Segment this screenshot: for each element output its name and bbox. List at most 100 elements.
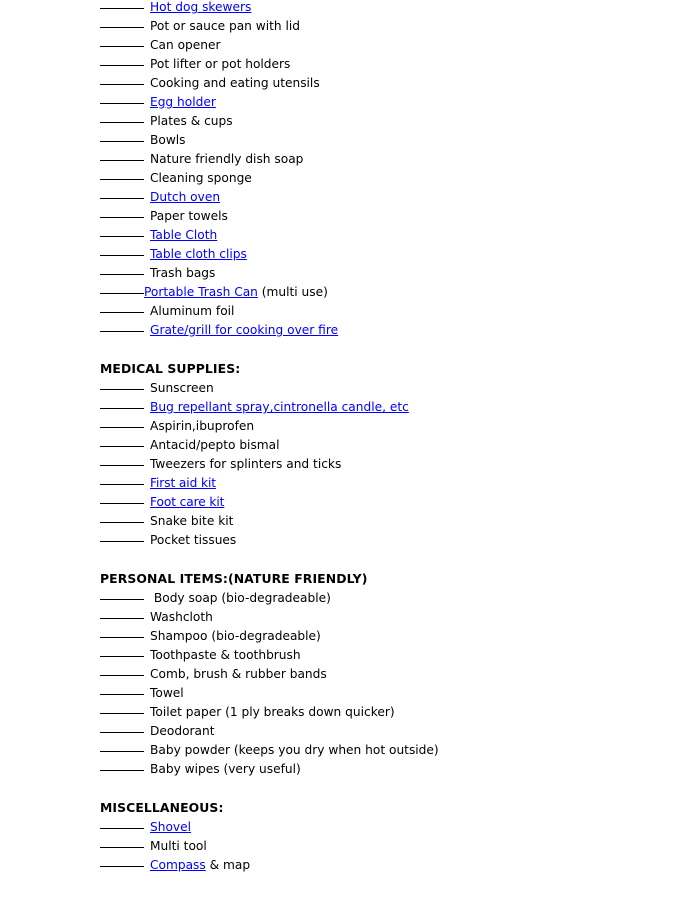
item-label: Toothpaste & toothbrush xyxy=(150,648,301,662)
item-label: Paper towels xyxy=(150,209,228,223)
fill-in-blank-rule[interactable] xyxy=(100,293,144,294)
fill-in-blank-rule[interactable] xyxy=(100,599,144,600)
item-link[interactable]: Hot dog skewers xyxy=(150,0,251,14)
checklist-item: Plates & cups xyxy=(100,112,696,131)
item-label: Baby powder (keeps you dry when hot outs… xyxy=(150,743,439,757)
checklist-item: Shampoo (bio-degradeable) xyxy=(100,627,696,646)
item-link[interactable]: Bug repellant spray,cintronella candle, … xyxy=(150,400,409,414)
item-suffix: (multi use) xyxy=(257,285,328,299)
checklist-body: Hot dog skewers Pot or sauce pan with lid… xyxy=(100,0,696,875)
fill-in-blank-rule[interactable] xyxy=(100,694,144,695)
item-link[interactable]: Dutch oven xyxy=(150,190,220,204)
checklist-item: Antacid/pepto bismal xyxy=(100,436,696,455)
document-page: Hot dog skewers Pot or sauce pan with lid… xyxy=(0,0,696,900)
item-label: Pot lifter or pot holders xyxy=(150,57,291,71)
item-label: Plates & cups xyxy=(150,114,233,128)
checklist-item: Compass & map xyxy=(100,856,696,875)
checklist-item: Comb, brush & rubber bands xyxy=(100,665,696,684)
fill-in-blank-rule[interactable] xyxy=(100,103,144,104)
section-heading: MEDICAL SUPPLIES: xyxy=(100,361,241,376)
checklist-item: Nature friendly dish soap xyxy=(100,150,696,169)
fill-in-blank-rule[interactable] xyxy=(100,179,144,180)
fill-in-blank-rule[interactable] xyxy=(100,8,144,9)
checklist-item: Washcloth xyxy=(100,608,696,627)
fill-in-blank-rule[interactable] xyxy=(100,770,144,771)
fill-in-blank-rule[interactable] xyxy=(100,198,144,199)
fill-in-blank-rule[interactable] xyxy=(100,389,144,390)
item-label: Snake bite kit xyxy=(150,514,234,528)
item-label: Deodorant xyxy=(150,724,215,738)
fill-in-blank-rule[interactable] xyxy=(100,27,144,28)
checklist-item: Towel xyxy=(100,684,696,703)
checklist-item: Egg holder xyxy=(100,93,696,112)
fill-in-blank-rule[interactable] xyxy=(100,331,144,332)
checklist-item: Dutch oven xyxy=(100,188,696,207)
fill-in-blank-rule[interactable] xyxy=(100,847,144,848)
checklist-item: Paper towels xyxy=(100,207,696,226)
fill-in-blank-rule[interactable] xyxy=(100,446,144,447)
fill-in-blank-rule[interactable] xyxy=(100,828,144,829)
item-link[interactable]: Egg holder xyxy=(150,95,216,109)
fill-in-blank-rule[interactable] xyxy=(100,312,144,313)
fill-in-blank-rule[interactable] xyxy=(100,160,144,161)
checklist-item: Body soap (bio-degradeable) xyxy=(100,589,696,608)
item-link[interactable]: Grate/grill for cooking over fire xyxy=(150,323,338,337)
fill-in-blank-rule[interactable] xyxy=(100,46,144,47)
checklist-item: Portable Trash Can (multi use) xyxy=(100,283,696,302)
checklist-item: Pot lifter or pot holders xyxy=(100,55,696,74)
item-link[interactable]: First aid kit xyxy=(150,476,216,490)
item-label: Nature friendly dish soap xyxy=(150,152,304,166)
checklist-item: Cleaning sponge xyxy=(100,169,696,188)
item-link[interactable]: Table cloth clips xyxy=(150,247,247,261)
fill-in-blank-rule[interactable] xyxy=(100,637,144,638)
fill-in-blank-rule[interactable] xyxy=(100,274,144,275)
fill-in-blank-rule[interactable] xyxy=(100,866,144,867)
item-link[interactable]: Shovel xyxy=(150,820,191,834)
checklist-item: Snake bite kit xyxy=(100,512,696,531)
fill-in-blank-rule[interactable] xyxy=(100,618,144,619)
checklist-item: Foot care kit xyxy=(100,493,696,512)
fill-in-blank-rule[interactable] xyxy=(100,122,144,123)
checklist-item: Baby wipes (very useful) xyxy=(100,760,696,779)
section-heading: PERSONAL ITEMS:(NATURE FRIENDLY) xyxy=(100,571,368,586)
item-label: Body soap (bio-degradeable) xyxy=(150,591,331,605)
item-label: Aspirin,ibuprofen xyxy=(150,419,255,433)
checklist-item: Trash bags xyxy=(100,264,696,283)
fill-in-blank-rule[interactable] xyxy=(100,503,144,504)
fill-in-blank-rule[interactable] xyxy=(100,84,144,85)
fill-in-blank-rule[interactable] xyxy=(100,236,144,237)
fill-in-blank-rule[interactable] xyxy=(100,522,144,523)
fill-in-blank-rule[interactable] xyxy=(100,427,144,428)
fill-in-blank-rule[interactable] xyxy=(100,217,144,218)
fill-in-blank-rule[interactable] xyxy=(100,141,144,142)
checklist-item: Can opener xyxy=(100,36,696,55)
fill-in-blank-rule[interactable] xyxy=(100,408,144,409)
item-label: Cooking and eating utensils xyxy=(150,76,320,90)
item-label: Tweezers for splinters and ticks xyxy=(150,457,342,471)
checklist-item: Baby powder (keeps you dry when hot outs… xyxy=(100,741,696,760)
item-link[interactable]: Table Cloth xyxy=(150,228,217,242)
fill-in-blank-rule[interactable] xyxy=(100,675,144,676)
checklist-item: Tweezers for splinters and ticks xyxy=(100,455,696,474)
fill-in-blank-rule[interactable] xyxy=(100,255,144,256)
fill-in-blank-rule[interactable] xyxy=(100,541,144,542)
fill-in-blank-rule[interactable] xyxy=(100,65,144,66)
fill-in-blank-rule[interactable] xyxy=(100,751,144,752)
fill-in-blank-rule[interactable] xyxy=(100,732,144,733)
item-label: Shampoo (bio-degradeable) xyxy=(150,629,321,643)
item-link[interactable]: Portable Trash Can xyxy=(144,285,258,299)
fill-in-blank-rule[interactable] xyxy=(100,656,144,657)
item-label: Pot or sauce pan with lid xyxy=(150,19,301,33)
fill-in-blank-rule[interactable] xyxy=(100,713,144,714)
item-label: Antacid/pepto bismal xyxy=(150,438,280,452)
item-link[interactable]: Foot care kit xyxy=(150,495,224,509)
item-label: Baby wipes (very useful) xyxy=(150,762,301,776)
item-suffix: & map xyxy=(205,858,251,872)
item-label: Comb, brush & rubber bands xyxy=(150,667,327,681)
item-label: Toilet paper (1 ply breaks down quicker) xyxy=(150,705,395,719)
fill-in-blank-rule[interactable] xyxy=(100,484,144,485)
blank-spacer-line xyxy=(100,340,696,359)
fill-in-blank-rule[interactable] xyxy=(100,465,144,466)
item-link[interactable]: Compass xyxy=(150,858,206,872)
item-label: Sunscreen xyxy=(150,381,214,395)
